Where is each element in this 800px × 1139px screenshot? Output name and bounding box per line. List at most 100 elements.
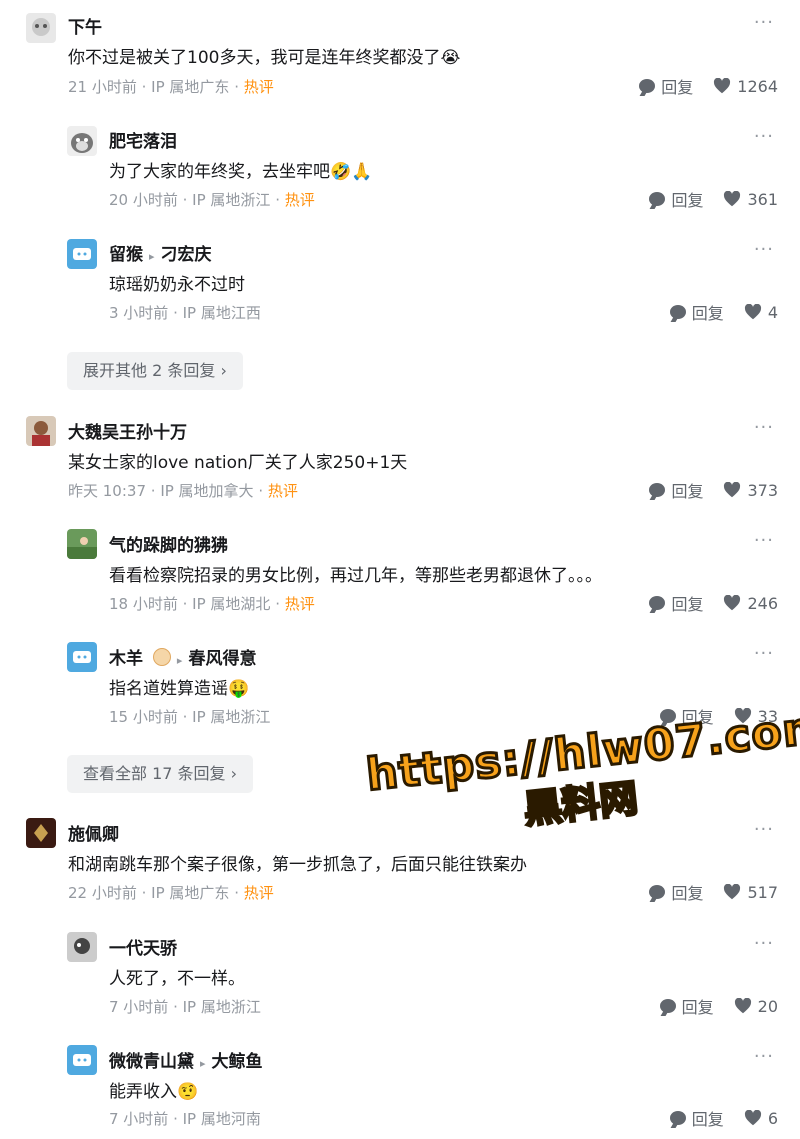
avatar[interactable]	[26, 818, 56, 848]
like-button[interactable]: 4	[744, 303, 778, 322]
avatar[interactable]	[26, 13, 56, 43]
reply-to-user[interactable]: 刁宏庆	[161, 245, 212, 265]
like-count: 6	[767, 1108, 778, 1128]
like-button[interactable]: 1264	[713, 77, 778, 96]
reply-arrow-icon: ▸	[176, 654, 183, 667]
more-options-icon[interactable]: ···	[754, 126, 774, 147]
ip-location: IP 属地广东	[151, 78, 230, 96]
heart-icon	[744, 1110, 761, 1126]
reply-button[interactable]: 回复	[649, 187, 703, 211]
avatar[interactable]	[67, 932, 97, 962]
view-all-replies-button[interactable]: 查看全部 17 条回复 ›	[67, 755, 254, 793]
comment-actions: 回复 4	[650, 300, 778, 324]
username[interactable]: 木羊	[109, 649, 143, 669]
comment-meta: 昨天 10:37 · IP 属地加拿大 · 热评	[68, 482, 298, 500]
more-options-icon[interactable]: ···	[754, 643, 774, 664]
reply-icon	[659, 999, 676, 1013]
hot-badge: 热评	[243, 78, 274, 96]
username-with-reply: 微微青山黛 ▸ 大鲸鱼	[109, 1047, 263, 1072]
reply-button[interactable]: 回复	[649, 880, 703, 904]
more-options-icon[interactable]: ···	[754, 239, 774, 260]
comment-meta: 15 小时前 · IP 属地浙江	[109, 708, 271, 726]
reply-button[interactable]: 回复	[649, 591, 703, 615]
more-options-icon[interactable]: ···	[754, 12, 774, 33]
comment-meta: 7 小时前 · IP 属地河南	[109, 1110, 261, 1128]
reply-button[interactable]: 回复	[669, 300, 724, 324]
comment-text: 指名道姓算造谣🤑	[109, 679, 250, 699]
watermark: https://hlw07.com 黑料网	[362, 700, 800, 849]
reply-to-user[interactable]: 大鲸鱼	[212, 1052, 263, 1072]
reply-button[interactable]: 回复	[669, 1106, 724, 1130]
like-button[interactable]: 517	[723, 883, 778, 902]
comment-text: 能弄收入🤨	[109, 1082, 199, 1102]
like-count: 373	[747, 480, 778, 500]
reply-button[interactable]: 回复	[639, 74, 693, 98]
comment-meta: 18 小时前 · IP 属地湖北 · 热评	[109, 595, 315, 613]
reply-icon	[649, 483, 666, 497]
comment-text: 某女士家的love nation厂关了人家250+1天	[68, 453, 408, 473]
hot-badge: 热评	[284, 191, 315, 209]
username-with-reply: 木羊 ▸ 春风得意	[109, 644, 256, 669]
username[interactable]: 大魏吴王孙十万	[68, 418, 187, 443]
avatar[interactable]	[67, 239, 97, 269]
username[interactable]: 一代天骄	[109, 934, 177, 959]
like-count: 1264	[737, 76, 778, 96]
username[interactable]: 下午	[68, 13, 102, 38]
comment-actions: 回复 361	[629, 187, 778, 211]
hot-badge: 热评	[243, 884, 274, 902]
like-count: 4	[767, 302, 778, 322]
like-button[interactable]: 373	[723, 481, 778, 500]
like-button[interactable]: 6	[744, 1109, 778, 1128]
like-button[interactable]: 20	[734, 997, 778, 1016]
comment-meta: 7 小时前 · IP 属地浙江	[109, 998, 261, 1016]
heart-icon	[724, 884, 741, 900]
reply-arrow-icon: ▸	[200, 1057, 206, 1070]
heart-icon	[724, 595, 741, 611]
comment-actions: 回复 1264	[619, 74, 778, 98]
heart-icon	[734, 998, 751, 1014]
comment-text: 看看检察院招录的男女比例，再过几年，等那些老男都退休了。。。	[109, 566, 602, 586]
reply-icon	[649, 885, 666, 899]
reply-icon	[669, 305, 686, 319]
comment-actions: 回复 517	[629, 880, 778, 904]
reply-to-user[interactable]: 春风得意	[188, 649, 256, 669]
comment-actions: 回复 20	[640, 994, 778, 1018]
hot-badge: 热评	[284, 595, 315, 613]
reply-button[interactable]: 回复	[649, 478, 703, 502]
avatar[interactable]	[67, 1045, 97, 1075]
avatar[interactable]	[26, 416, 56, 446]
username[interactable]: 留猴	[109, 245, 143, 265]
expand-replies-button[interactable]: 展开其他 2 条回复 ›	[67, 352, 243, 390]
avatar[interactable]	[67, 529, 97, 559]
more-options-icon[interactable]: ···	[754, 1046, 774, 1067]
comment-text: 和湖南跳车那个案子很像，第一步抓急了，后面只能往铁案办	[68, 855, 527, 875]
heart-icon	[714, 78, 731, 94]
comment-meta: 22 小时前 · IP 属地广东 · 热评	[68, 884, 274, 902]
reply-icon	[639, 79, 656, 93]
reply-icon	[649, 192, 666, 206]
comment-meta: 20 小时前 · IP 属地浙江 · 热评	[109, 191, 315, 209]
reply-button[interactable]: 回复	[659, 994, 714, 1018]
timestamp: 21 小时前	[68, 78, 137, 96]
comment-text: 琼瑶奶奶永不过时	[109, 275, 245, 295]
more-options-icon[interactable]: ···	[754, 819, 774, 840]
username[interactable]: 气的跺脚的狒狒	[109, 531, 228, 556]
heart-icon	[724, 482, 741, 498]
like-button[interactable]: 246	[723, 594, 778, 613]
reply-icon	[669, 1111, 686, 1125]
more-options-icon[interactable]: ···	[754, 530, 774, 551]
username[interactable]: 微微青山黛	[109, 1052, 194, 1072]
heart-icon	[744, 304, 761, 320]
like-button[interactable]: 361	[723, 190, 778, 209]
username[interactable]: 施佩卿	[68, 820, 119, 845]
like-count: 246	[747, 593, 778, 613]
more-options-icon[interactable]: ···	[754, 417, 774, 438]
more-options-icon[interactable]: ···	[754, 933, 774, 954]
like-count: 517	[747, 882, 778, 902]
avatar[interactable]	[67, 642, 97, 672]
avatar[interactable]	[67, 126, 97, 156]
hot-badge: 热评	[267, 482, 298, 500]
comment-actions: 回复 6	[650, 1106, 778, 1130]
username[interactable]: 肥宅落泪	[109, 127, 177, 152]
reply-icon	[649, 596, 666, 610]
